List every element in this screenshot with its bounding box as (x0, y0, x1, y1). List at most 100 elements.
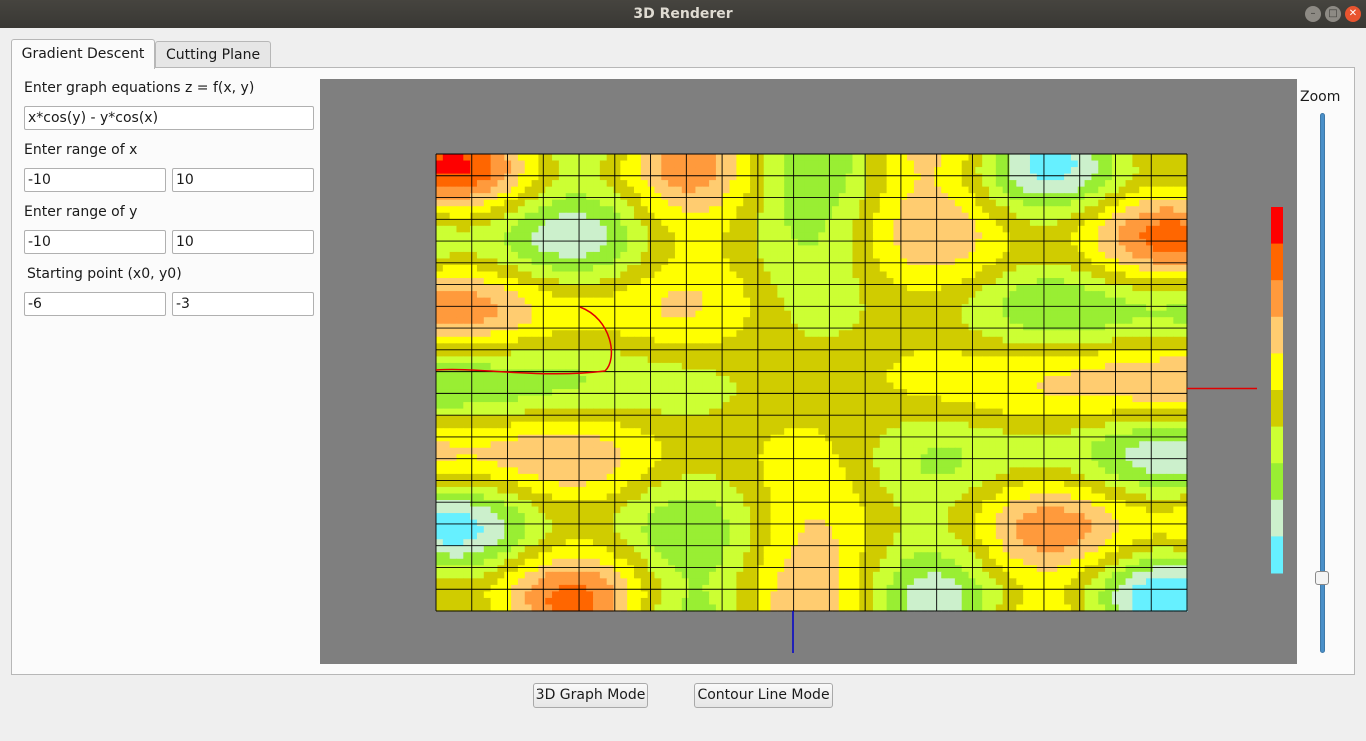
contour-cell (504, 251, 512, 260)
contour-cell (654, 225, 662, 233)
contour-cell (1084, 304, 1093, 312)
contour-cell (599, 271, 608, 279)
contour-cell (1146, 199, 1154, 207)
contour-cell (1146, 291, 1154, 299)
render-canvas[interactable] (320, 79, 1297, 664)
minimize-icon[interactable]: – (1305, 6, 1321, 22)
contour-cell (1159, 160, 1168, 168)
contour-cell (681, 297, 690, 305)
contour-cell (497, 349, 505, 357)
contour-cell (524, 349, 533, 357)
contour-cell (900, 434, 908, 442)
close-icon[interactable]: ✕ (1345, 6, 1361, 22)
contour-cell (552, 421, 560, 429)
contour-cell (436, 441, 444, 449)
contour-cell (893, 310, 901, 318)
contour-cell (954, 369, 963, 377)
x-min-input[interactable]: -10 (24, 168, 166, 192)
contour-cell (982, 343, 990, 351)
contour-cell (1118, 369, 1127, 377)
contour-cell (900, 356, 908, 364)
contour-cell (586, 375, 594, 384)
contour-cell (791, 186, 799, 194)
contour-cell (886, 402, 895, 410)
contour-cell (531, 206, 540, 214)
contour-cell (1125, 421, 1133, 429)
contour-cell (490, 421, 499, 429)
equation-input[interactable]: x*cos(y) - y*cos(x) (24, 106, 314, 130)
contour-cell (1029, 402, 1038, 410)
maximize-icon[interactable]: □ (1325, 6, 1341, 22)
contour-cell (1050, 258, 1058, 266)
tab-cutting-plane[interactable]: Cutting Plane (155, 41, 271, 67)
contour-cell (1091, 193, 1099, 201)
contour-cell (1002, 375, 1011, 384)
contour-cell (1098, 330, 1106, 338)
contour-cell (456, 415, 464, 423)
contour-cell (695, 258, 703, 266)
contour-cell (511, 415, 519, 423)
y-min-input[interactable]: -10 (24, 230, 166, 254)
contour-cell (886, 375, 895, 384)
contour-cell (907, 232, 915, 240)
contour-cell (941, 271, 949, 279)
contour-cell (989, 160, 997, 168)
contour-cell (791, 225, 799, 233)
contour-cell (927, 389, 935, 397)
contour-cell (1057, 219, 1065, 227)
contour-cell (695, 389, 703, 397)
contour-cell (1091, 310, 1099, 318)
contour-cell (948, 408, 956, 416)
contour-cell (436, 304, 444, 312)
contour-cell (627, 421, 635, 429)
contour-cell (872, 271, 881, 279)
contour-cell (579, 447, 587, 455)
contour-cell (797, 206, 806, 214)
contour-cell (920, 225, 929, 233)
contour-cell (1105, 310, 1113, 318)
contour-cell (811, 356, 819, 364)
contour-cell (1152, 186, 1161, 194)
contour-cell (1070, 336, 1079, 344)
contour-cell (586, 343, 594, 351)
contour-cell (709, 317, 717, 325)
contour-cell (961, 264, 970, 273)
contour-cell (961, 304, 970, 312)
contour-cell (831, 415, 840, 423)
contour-cell (449, 389, 458, 397)
contour-cell (900, 317, 908, 325)
contour-cell (1125, 349, 1133, 357)
contour-cell (1009, 271, 1017, 279)
contour-cell (845, 206, 854, 214)
contour-cell (852, 160, 860, 168)
contour-cell (1173, 245, 1181, 253)
x-max-input[interactable]: 10 (172, 168, 314, 192)
contour-cell (1057, 264, 1065, 273)
contour-cell (681, 323, 690, 331)
contour-cell (1077, 323, 1086, 331)
contour-cell (941, 238, 949, 246)
contour-cell (743, 264, 751, 273)
y-max-input[interactable]: 10 (172, 230, 314, 254)
x0-input[interactable]: -6 (24, 292, 166, 316)
y0-input[interactable]: -3 (172, 292, 314, 316)
contour-cell (893, 154, 901, 162)
contour-cell (934, 441, 942, 449)
contour-cell (825, 271, 833, 279)
contour-cell (483, 304, 492, 312)
contour-cell (565, 271, 574, 279)
contour-cell (920, 375, 929, 384)
contour-cell (838, 323, 847, 331)
contour-cell (872, 402, 881, 410)
contour-cell (941, 369, 949, 377)
tab-gradient-descent[interactable]: Gradient Descent (11, 39, 155, 69)
contour-cell (872, 343, 881, 351)
contour-cell (838, 382, 847, 390)
contour-cell (463, 206, 471, 214)
contour-cell (579, 206, 587, 214)
contour-cell (449, 160, 458, 168)
contour-cell (476, 382, 485, 390)
contour-cell (961, 317, 970, 325)
contour-cell (825, 238, 833, 246)
contour-cell (1064, 330, 1072, 338)
